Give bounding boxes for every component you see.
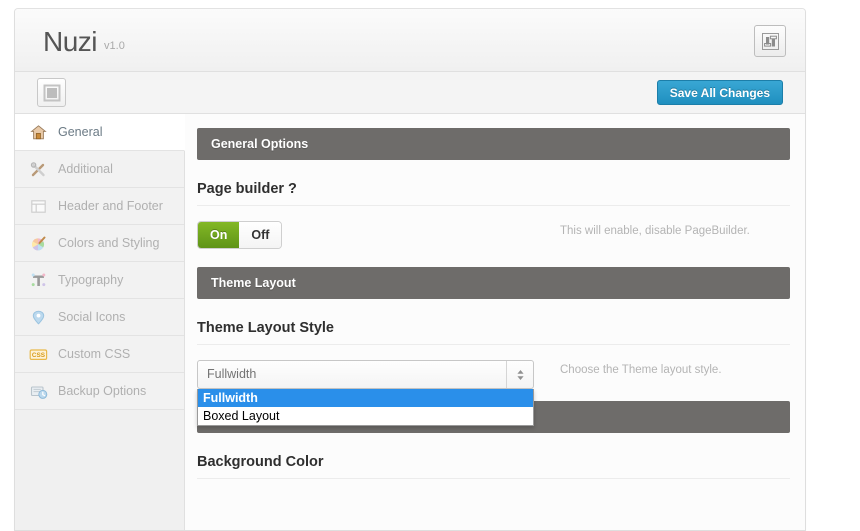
field-row-page-builder: On Off This will enable, disable PageBui… — [197, 206, 790, 249]
select-value: Fullwidth — [207, 367, 256, 381]
theme-layout-style-description: Choose the Theme layout style. — [542, 360, 722, 376]
sidebar-item-header-and-footer[interactable]: Header and Footer — [15, 188, 184, 225]
sidebar-item-typography[interactable]: Typography — [15, 262, 184, 299]
sliders-icon-button[interactable] — [754, 25, 786, 57]
svg-text:CSS: CSS — [32, 352, 46, 359]
sliders-icon — [761, 32, 780, 51]
sidebar-item-additional[interactable]: Additional — [15, 151, 184, 188]
app-body: General Additional — [15, 114, 805, 530]
sidebar-item-label: General — [58, 125, 102, 139]
layout-square-icon — [43, 84, 61, 102]
text-t-icon — [29, 271, 48, 290]
sidebar-item-general[interactable]: General — [15, 114, 185, 151]
content-area: General Options Page builder ? On Off Th… — [185, 114, 805, 530]
field-label-theme-layout-style: Theme Layout Style — [197, 320, 790, 336]
sidebar-item-backup-options[interactable]: Backup Options — [15, 373, 184, 410]
section-header-general-options: General Options — [197, 128, 790, 160]
field-label-background-color: Background Color — [197, 454, 790, 470]
sidebar-item-custom-css[interactable]: CSS Custom CSS — [15, 336, 184, 373]
admin-panel: Nuzi v1.0 Save All Changes — [14, 8, 806, 531]
color-wheel-icon — [29, 234, 48, 253]
theme-layout-style-select-wrap: Fullwidth Fullwidth Boxed Layout — [197, 360, 534, 389]
theme-layout-style-dropdown[interactable]: Fullwidth Boxed Layout — [197, 389, 534, 426]
save-button[interactable]: Save All Changes — [657, 80, 783, 105]
css-badge-icon: CSS — [29, 345, 48, 364]
pin-icon — [29, 308, 48, 327]
backup-icon — [29, 382, 48, 401]
toolbar: Save All Changes — [15, 72, 805, 114]
toggle-off-button[interactable]: Off — [239, 222, 281, 248]
sidebar-item-label: Social Icons — [58, 310, 125, 324]
sidebar-item-label: Additional — [58, 162, 113, 176]
theme-layout-style-control: Fullwidth Fullwidth Boxed Layout — [197, 360, 542, 389]
page-builder-control: On Off — [197, 221, 542, 249]
chevron-updown-icon[interactable] — [506, 361, 533, 388]
layout-icon — [29, 197, 48, 216]
sidebar-item-label: Header and Footer — [58, 199, 163, 213]
toggle-on-button[interactable]: On — [198, 222, 239, 248]
sidebar-item-label: Backup Options — [58, 384, 146, 398]
version-label: v1.0 — [104, 40, 125, 52]
page-builder-description: This will enable, disable PageBuilder. — [542, 221, 750, 237]
dropdown-option-boxed-layout[interactable]: Boxed Layout — [198, 407, 533, 425]
sidebar-item-label: Custom CSS — [58, 347, 130, 361]
brand: Nuzi v1.0 — [43, 26, 125, 58]
sidebar-filler — [15, 410, 184, 530]
sidebar-item-label: Colors and Styling — [58, 236, 159, 250]
layout-square-icon-button[interactable] — [37, 78, 66, 107]
sidebar-item-social-icons[interactable]: Social Icons — [15, 299, 184, 336]
tools-icon — [29, 160, 48, 179]
field-label-page-builder: Page builder ? — [197, 181, 790, 197]
theme-layout-style-select[interactable]: Fullwidth — [197, 360, 534, 389]
section-header-theme-layout: Theme Layout — [197, 267, 790, 299]
app-header: Nuzi v1.0 — [15, 9, 805, 72]
home-icon — [29, 123, 48, 142]
field-row-theme-layout-style: Fullwidth Fullwidth Boxed Layout — [197, 345, 790, 389]
sidebar-item-colors-and-styling[interactable]: Colors and Styling — [15, 225, 184, 262]
dropdown-option-fullwidth[interactable]: Fullwidth — [198, 389, 533, 407]
page-title: Nuzi — [43, 26, 97, 57]
page-builder-toggle[interactable]: On Off — [197, 221, 282, 249]
sidebar-item-label: Typography — [58, 273, 123, 287]
sidebar: General Additional — [15, 114, 185, 530]
